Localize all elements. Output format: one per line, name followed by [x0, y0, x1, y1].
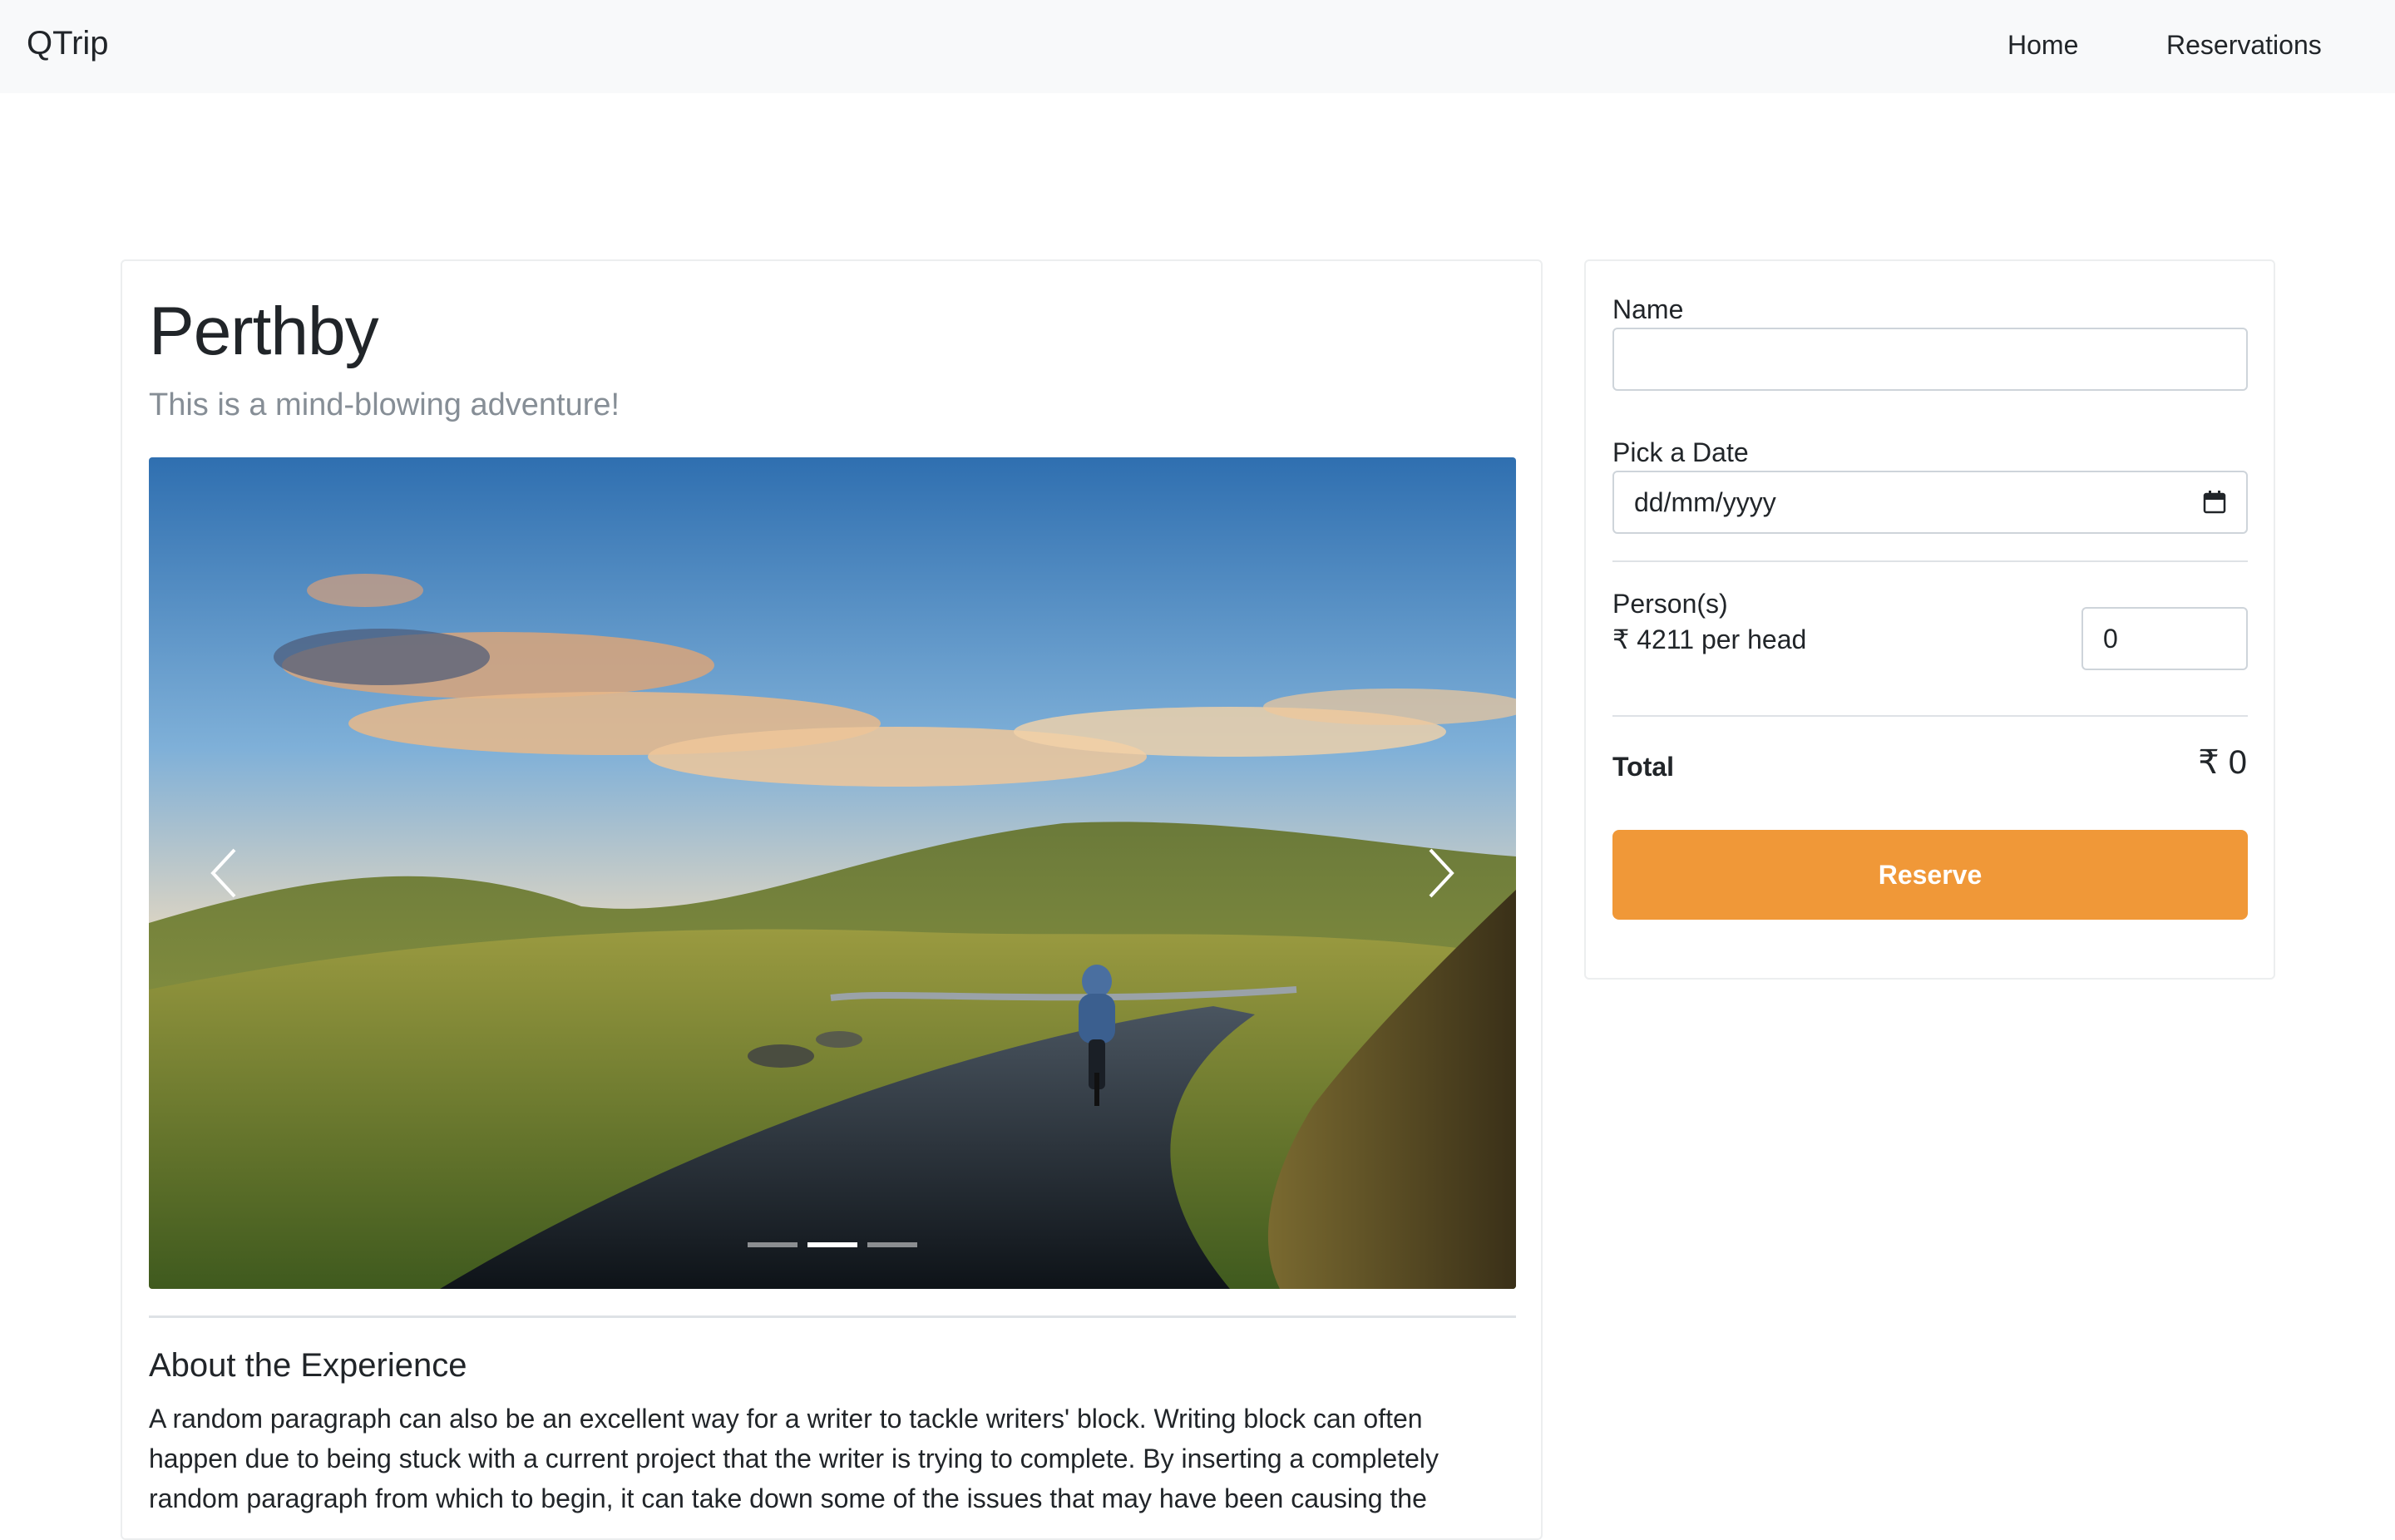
- carousel-indicator-1[interactable]: [748, 1242, 798, 1247]
- form-divider: [1612, 560, 2248, 562]
- name-input[interactable]: [1612, 328, 2248, 391]
- nav-link-home[interactable]: Home: [2007, 30, 2078, 61]
- navbar: QTrip Home Reservations: [0, 0, 2395, 93]
- price-per-head: ₹ 4211 per head: [1612, 624, 1807, 654]
- adventure-title: Perthby: [149, 294, 379, 369]
- carousel-next-button[interactable]: [1383, 807, 1499, 940]
- chevron-left-icon: [210, 848, 236, 898]
- date-input[interactable]: dd/mm/yyyy: [1612, 471, 2248, 534]
- reservation-card: Name Pick a Date dd/mm/yyyy Person(s) ₹ …: [1584, 259, 2275, 980]
- adventure-image: [149, 457, 1516, 1289]
- adventure-subtitle: This is a mind-blowing adventure!: [149, 387, 620, 422]
- reserve-button[interactable]: Reserve: [1612, 830, 2248, 920]
- nav-link-reservations[interactable]: Reservations: [2166, 30, 2322, 61]
- name-label: Name: [1612, 294, 1684, 324]
- image-carousel: [149, 457, 1516, 1289]
- carousel-indicators: [149, 1242, 1516, 1247]
- adventure-details-card: Perthby This is a mind-blowing adventure…: [121, 259, 1543, 1540]
- brand-logo[interactable]: QTrip: [27, 25, 109, 62]
- persons-input[interactable]: 0: [2081, 607, 2248, 670]
- carousel-prev-button[interactable]: [165, 807, 282, 940]
- about-paragraph: A random paragraph can also be an excell…: [149, 1404, 1439, 1513]
- about-heading: About the Experience: [149, 1347, 467, 1384]
- chevron-right-icon: [1429, 848, 1454, 898]
- carousel-indicator-2[interactable]: [807, 1242, 857, 1247]
- carousel-indicator-3[interactable]: [867, 1242, 917, 1247]
- calendar-icon[interactable]: [2203, 491, 2226, 514]
- total-label: Total: [1612, 752, 1675, 782]
- date-label: Pick a Date: [1612, 437, 1749, 467]
- date-placeholder: dd/mm/yyyy: [1634, 486, 1776, 517]
- section-divider: [149, 1315, 1516, 1318]
- form-divider: [1612, 715, 2248, 717]
- total-value: ₹ 0: [2198, 744, 2247, 781]
- persons-label: Person(s): [1612, 589, 1728, 619]
